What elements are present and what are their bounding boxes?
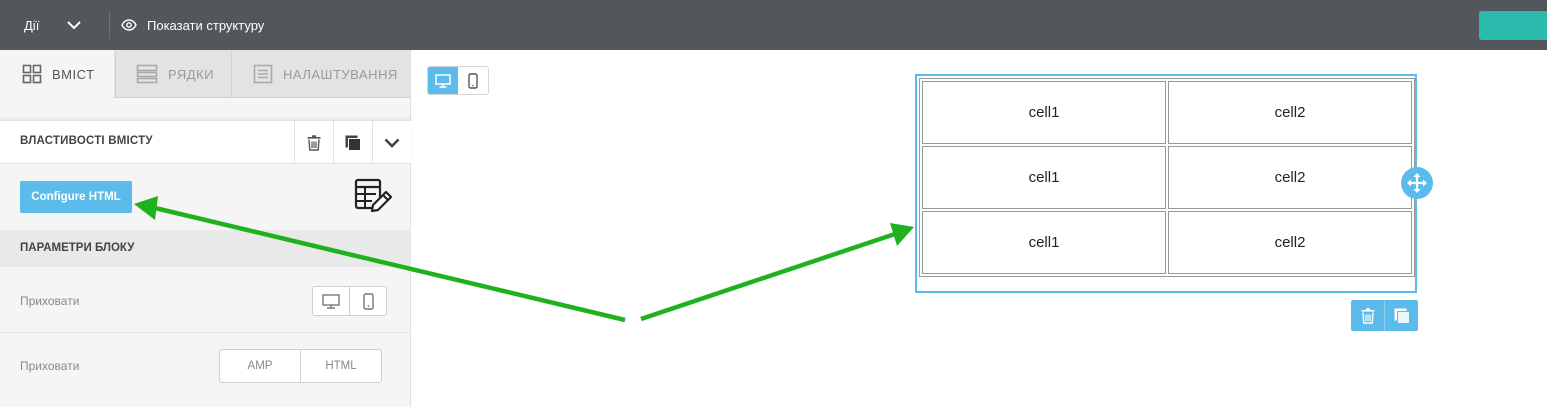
table-cell: cell1 — [922, 81, 1166, 144]
table-cell: cell2 — [1168, 81, 1412, 144]
block-actions — [1351, 300, 1418, 331]
move-icon — [1407, 173, 1427, 193]
mobile-icon — [362, 292, 374, 310]
hide-device-label: Приховати — [20, 294, 80, 308]
arrow-to-table — [640, 223, 914, 322]
table-cell: cell2 — [1168, 146, 1412, 209]
selected-html-block[interactable]: cell1 cell2 cell1 cell2 cell1 cell2 — [915, 74, 1417, 293]
content-properties-title: ВЛАСТИВОСТІ ВМІСТУ — [20, 135, 153, 147]
top-toolbar: Дії Показати структуру — [0, 0, 1547, 50]
hide-format-toggle: AMP HTML — [219, 349, 382, 383]
preview-device-toggle — [427, 66, 489, 95]
hide-device-toggle — [312, 286, 387, 316]
desktop-icon — [322, 293, 340, 309]
delete-button[interactable] — [294, 121, 333, 164]
actions-label: Дії — [24, 17, 40, 33]
eye-icon — [121, 19, 137, 31]
html-option[interactable]: HTML — [300, 350, 381, 382]
table-cell: cell1 — [922, 146, 1166, 209]
mobile-view-button[interactable] — [458, 67, 488, 94]
block-params-header: ПАРАМЕТРИ БЛОКУ — [0, 230, 411, 267]
row-divider — [0, 332, 411, 333]
desktop-view-button[interactable] — [428, 67, 458, 94]
grid-icon — [22, 64, 42, 84]
table-cell: cell1 — [922, 211, 1166, 274]
show-structure-toggle[interactable]: Показати структуру — [121, 0, 264, 50]
toolbar-divider — [109, 11, 110, 39]
tab-rows-label: РЯДКИ — [168, 66, 214, 82]
sidebar-tabs: ВМІСТ РЯДКИ НАЛАШТУВАННЯ — [0, 50, 411, 99]
html-table: cell1 cell2 cell1 cell2 cell1 cell2 — [919, 78, 1415, 277]
tab-rows[interactable]: РЯДКИ — [115, 50, 230, 98]
table-cell: cell2 — [1168, 211, 1412, 274]
table-row: cell1 cell2 — [922, 211, 1412, 274]
content-properties-header: ВЛАСТИВОСТІ ВМІСТУ — [0, 120, 411, 164]
save-button[interactable] — [1479, 11, 1547, 40]
hide-desktop-button[interactable] — [313, 287, 349, 315]
block-delete-button[interactable] — [1351, 300, 1384, 331]
trash-icon — [1361, 307, 1374, 324]
block-params-title: ПАРАМЕТРИ БЛОКУ — [20, 242, 135, 254]
tab-content-label: ВМІСТ — [52, 66, 95, 82]
tab-content[interactable]: ВМІСТ — [0, 50, 114, 99]
trash-icon — [307, 134, 321, 151]
table-row: cell1 cell2 — [922, 146, 1412, 209]
duplicate-button[interactable] — [333, 121, 372, 164]
chevron-down-icon — [67, 21, 81, 30]
duplicate-icon — [345, 135, 361, 151]
desktop-icon — [435, 73, 451, 88]
show-structure-label: Показати структуру — [147, 17, 265, 33]
actions-dropdown[interactable]: Дії — [0, 0, 108, 50]
rows-icon — [136, 64, 158, 84]
collapse-button[interactable] — [372, 121, 411, 164]
amp-option[interactable]: AMP — [220, 350, 300, 382]
chevron-down-icon — [384, 138, 400, 148]
settings-doc-icon — [253, 64, 273, 84]
move-handle[interactable] — [1401, 167, 1433, 199]
configure-html-button[interactable]: Configure HTML — [20, 181, 132, 213]
tab-settings[interactable]: НАЛАШТУВАННЯ — [231, 50, 411, 98]
duplicate-icon — [1394, 308, 1410, 324]
tab-settings-label: НАЛАШТУВАННЯ — [283, 66, 398, 82]
block-duplicate-button[interactable] — [1384, 300, 1418, 331]
mobile-icon — [468, 72, 478, 89]
table-row: cell1 cell2 — [922, 81, 1412, 144]
table-edit-icon — [354, 178, 392, 213]
hide-mobile-button[interactable] — [349, 287, 386, 315]
hide-format-label: Приховати — [20, 359, 80, 373]
sidebar-panel: ВМІСТ РЯДКИ НАЛАШТУВАННЯ ВЛАСТИВОСТІ ВМІ… — [0, 50, 411, 407]
